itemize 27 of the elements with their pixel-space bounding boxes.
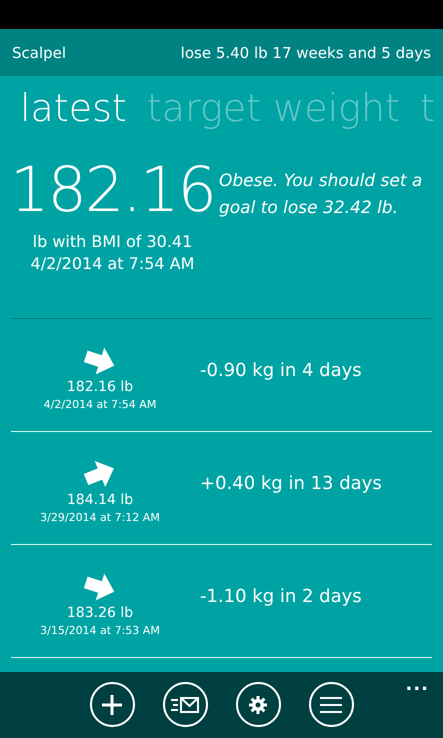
weight-change: -0.90 kg in 4 days [200, 360, 362, 380]
entry-weight: 182.16 lb [66, 378, 134, 396]
pivot-tab[interactable]: latest [20, 86, 127, 150]
send-mail-icon [170, 694, 200, 714]
send-button[interactable] [162, 682, 208, 727]
add-button[interactable] [90, 682, 134, 727]
goal-summary: lose 5.40 lb 17 weeks and 5 days [180, 44, 431, 62]
plus-icon [100, 692, 124, 716]
menu-icon [320, 696, 342, 714]
entry-weight: 184.14 lb [66, 491, 134, 509]
more-button[interactable]: ... [405, 674, 429, 695]
app-title: Scalpel [12, 44, 66, 62]
advice-text: Obese. You should set a goal to lose 32.42 lb. [218, 170, 424, 220]
settings-icon [249, 696, 267, 714]
entry-date: 3/15/2014 at 7:53 AM [40, 623, 160, 639]
entry-weight: 183.26 lb [66, 604, 134, 622]
pivot-tab[interactable]: target weight [146, 86, 400, 150]
current-weight: 182.16 [10, 152, 215, 228]
weight-change: -1.10 kg in 2 days [200, 586, 362, 606]
settings-button[interactable] [236, 682, 280, 727]
bmi-text: lb with BMI of 30.41 [32, 230, 192, 253]
entry-date: 3/29/2014 at 7:12 AM [40, 510, 160, 526]
menu-button[interactable] [308, 682, 354, 727]
entry-date: 4/2/2014 at 7:54 AM [44, 397, 156, 413]
weight-change: +0.40 kg in 13 days [200, 472, 382, 494]
pivot-tab[interactable]: t [420, 86, 435, 150]
date-text: 4/2/2014 at 7:54 AM [30, 252, 194, 275]
